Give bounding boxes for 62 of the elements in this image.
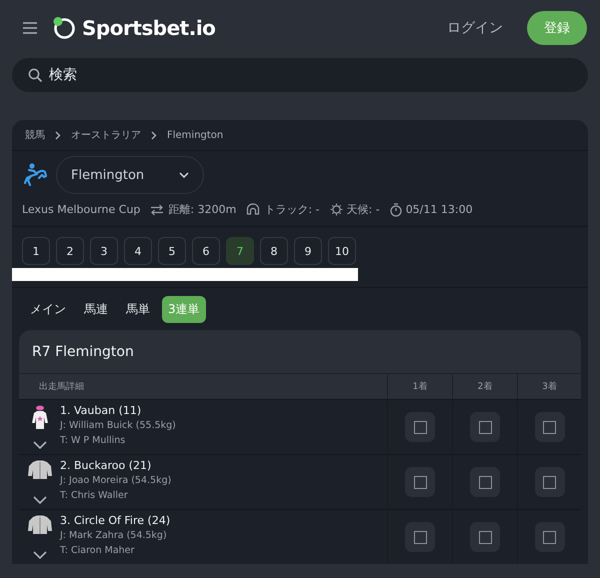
place-checkbox[interactable] <box>543 476 556 488</box>
race-number-button[interactable]: 7 <box>226 237 254 265</box>
track-icon <box>246 203 260 216</box>
expand-chevron-icon[interactable] <box>33 551 47 559</box>
place-checkbox[interactable] <box>543 530 556 544</box>
place-checkbox[interactable] <box>478 530 492 544</box>
jockey-text: J: Mark Zahra (54.5kg) <box>60 529 168 543</box>
menu-icon[interactable] <box>22 21 38 35</box>
breadcrumb-link[interactable]: オーストラリア <box>71 128 141 142</box>
race-number-button[interactable]: 9 <box>294 237 322 265</box>
race-number-button[interactable]: 10 <box>328 237 356 265</box>
start-time: 05/11 13:00 <box>406 203 473 216</box>
bet-type-tab[interactable]: 馬連 <box>78 296 114 323</box>
jockey-silk-icon <box>27 460 53 480</box>
search-field[interactable]: 検索 <box>12 58 588 92</box>
sun-icon <box>330 203 343 216</box>
login-link[interactable]: ログイン <box>443 15 507 41</box>
place-checkbox[interactable] <box>478 476 492 488</box>
race-number-button[interactable]: 6 <box>192 237 220 265</box>
trainer-text: T: Ciaron Maher <box>60 544 136 558</box>
bet-type-tab[interactable]: メイン <box>24 296 72 323</box>
race-name: Lexus Melbourne Cup <box>22 203 140 216</box>
stopwatch-icon <box>390 202 402 216</box>
horse-rider-icon <box>22 163 48 187</box>
search-icon <box>28 68 43 83</box>
weather-text: 天候: - <box>346 202 380 217</box>
race-number-button[interactable]: 3 <box>90 237 118 265</box>
chevron-down-icon <box>179 172 189 178</box>
expand-chevron-icon[interactable] <box>33 441 47 449</box>
race-number-button[interactable]: 2 <box>56 237 84 265</box>
bet-type-tab[interactable]: 馬単 <box>120 296 156 323</box>
column-header: 出走馬詳細 <box>38 380 85 394</box>
trainer-text: T: W P Mullins <box>60 434 126 448</box>
expand-chevron-icon[interactable] <box>33 496 47 504</box>
venue-dropdown[interactable]: Flemington <box>56 156 204 194</box>
jockey-silk-icon <box>27 515 53 535</box>
race-number-button[interactable]: 8 <box>260 237 288 265</box>
jockey-silk-icon <box>31 405 49 431</box>
place-checkbox[interactable] <box>414 476 426 488</box>
breadcrumb-link[interactable]: Flemington <box>167 130 224 140</box>
track-text: トラック: - <box>264 202 320 217</box>
race-number-button[interactable]: 1 <box>22 237 50 265</box>
horse-name: 2. Buckaroo (21) <box>60 458 152 473</box>
race-number-button[interactable]: 4 <box>124 237 152 265</box>
breadcrumb-link[interactable]: 競馬 <box>25 128 45 142</box>
swap-arrows-icon <box>150 204 164 216</box>
horse-name: 1. Vauban (11) <box>60 403 142 418</box>
horse-name: 3. Circle Of Fire (24) <box>60 513 170 528</box>
jockey-text: J: William Buick (55.5kg) <box>60 419 176 433</box>
place-checkbox[interactable] <box>414 530 426 544</box>
logo-text: Sportsbet.io <box>82 16 216 40</box>
trainer-text: T: Chris Waller <box>60 489 129 503</box>
place-checkbox[interactable] <box>543 420 556 434</box>
chevron-right-icon <box>151 130 157 140</box>
place-checkbox[interactable] <box>478 420 492 434</box>
race-number-button[interactable]: 5 <box>158 237 186 265</box>
logo-icon <box>52 16 76 40</box>
distance-text: 距離: 3200m <box>168 202 236 217</box>
card-title: R7 Flemington <box>19 330 581 374</box>
jockey-text: J: Joao Moreira (54.5kg) <box>60 474 172 488</box>
place-checkbox[interactable] <box>414 420 426 434</box>
chevron-right-icon <box>55 130 61 140</box>
